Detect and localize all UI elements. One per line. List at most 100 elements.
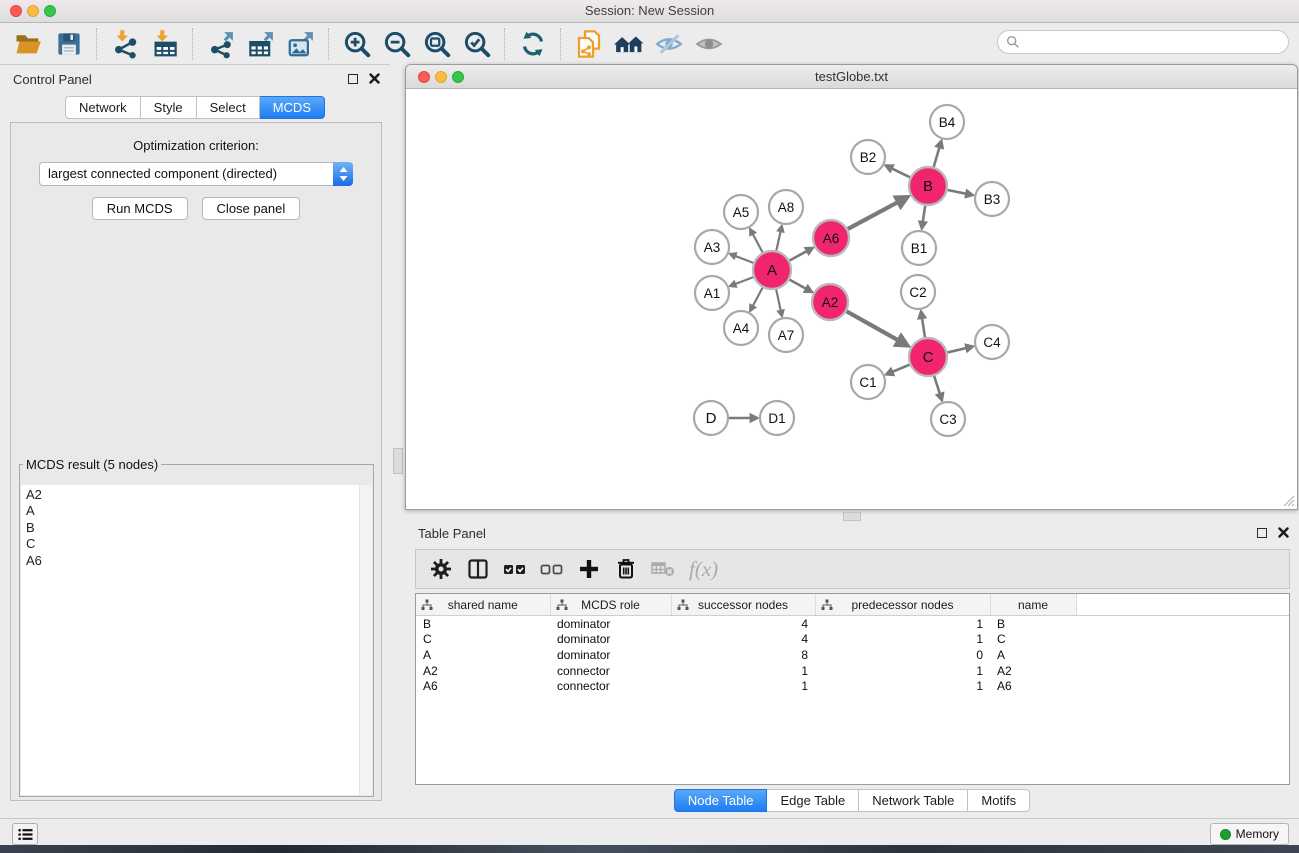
zoom-fit-button[interactable] <box>420 27 454 61</box>
table-cell[interactable]: C <box>416 632 550 648</box>
memory-button[interactable]: Memory <box>1210 823 1289 845</box>
search-input[interactable] <box>1025 34 1280 51</box>
zoom-out-button[interactable] <box>380 27 414 61</box>
graph-edge-C-C4[interactable] <box>947 348 966 352</box>
graph-edge-A-A8[interactable] <box>776 231 780 250</box>
tab-network-table[interactable]: Network Table <box>859 789 968 812</box>
table-settings-button[interactable] <box>426 554 456 584</box>
network-close-button[interactable] <box>418 71 430 83</box>
table-cell[interactable]: 1 <box>671 678 815 694</box>
run-mcds-button[interactable]: Run MCDS <box>92 197 188 220</box>
table-cell[interactable]: connector <box>550 663 671 679</box>
column-header-predecessor-nodes[interactable]: predecessor nodes <box>815 594 990 616</box>
close-table-panel-icon[interactable] <box>1278 527 1289 538</box>
graph-edge-A-A3[interactable] <box>735 256 753 263</box>
import-table-button[interactable] <box>148 27 182 61</box>
vertical-splitter-grip[interactable] <box>393 448 403 474</box>
graph-edge-A6-B[interactable] <box>848 202 899 229</box>
table-row[interactable]: Bdominator41B <box>416 616 1289 632</box>
table-cell[interactable]: connector <box>550 678 671 694</box>
task-history-button[interactable] <box>12 823 38 845</box>
table-row[interactable]: A6connector11A6 <box>416 678 1289 694</box>
tab-style[interactable]: Style <box>141 96 197 119</box>
table-row[interactable]: Adominator80A <box>416 647 1289 663</box>
import-network-button[interactable] <box>108 27 142 61</box>
network-minimize-button[interactable] <box>435 71 447 83</box>
graph-edge-A-A2[interactable] <box>790 280 807 289</box>
float-table-panel-icon[interactable] <box>1257 528 1267 538</box>
close-panel-icon[interactable] <box>369 73 380 84</box>
table-cell[interactable]: A6 <box>416 678 550 694</box>
zoom-selected-button[interactable] <box>460 27 494 61</box>
table-cell[interactable]: dominator <box>550 616 671 632</box>
delete-column-button[interactable] <box>611 554 641 584</box>
select-all-columns-button[interactable] <box>500 554 530 584</box>
mcds-result-item[interactable]: A <box>26 503 372 519</box>
network-window-titlebar[interactable]: testGlobe.txt <box>406 65 1297 89</box>
column-header-shared-name[interactable]: shared name <box>416 594 550 616</box>
table-cell[interactable]: 4 <box>671 632 815 648</box>
graph-edge-A-A6[interactable] <box>790 251 808 261</box>
table-cell[interactable]: A2 <box>416 663 550 679</box>
export-image-button[interactable] <box>284 27 318 61</box>
graph-edge-A-A4[interactable] <box>753 288 763 307</box>
deselect-all-columns-button[interactable] <box>537 554 567 584</box>
table-cell[interactable]: B <box>416 616 550 632</box>
node-table[interactable]: shared nameMCDS rolesuccessor nodesprede… <box>415 593 1290 785</box>
column-header-mcds-role[interactable]: MCDS role <box>550 594 671 616</box>
table-cell[interactable]: A <box>990 647 1076 663</box>
hide-graphics-details-button[interactable] <box>652 27 686 61</box>
mcds-result-item[interactable]: A6 <box>26 553 372 569</box>
network-canvas[interactable]: ABCA2A6A1A3A4A5A7A8B1B2B3B4C1C2C3C4DD1 <box>406 89 1297 509</box>
resize-grip-icon[interactable] <box>1282 494 1295 507</box>
graph-edge-C-C3[interactable] <box>934 376 940 394</box>
network-graph[interactable]: ABCA2A6A1A3A4A5A7A8B1B2B3B4C1C2C3C4DD1 <box>406 89 1297 509</box>
graph-edge-B-B4[interactable] <box>934 147 940 167</box>
table-cell[interactable]: B <box>990 616 1076 632</box>
refresh-layout-button[interactable] <box>516 27 550 61</box>
table-cell[interactable]: dominator <box>550 647 671 663</box>
save-session-button[interactable] <box>52 27 86 61</box>
show-graphics-details-button[interactable] <box>692 27 726 61</box>
export-network-button[interactable] <box>204 27 238 61</box>
zoom-window-button[interactable] <box>44 5 56 17</box>
minimize-window-button[interactable] <box>27 5 39 17</box>
result-scrollbar[interactable] <box>359 485 372 795</box>
tab-motifs[interactable]: Motifs <box>968 789 1030 812</box>
graph-edge-B-B3[interactable] <box>948 190 967 194</box>
graph-edge-C-C1[interactable] <box>892 365 909 372</box>
tab-edge-table[interactable]: Edge Table <box>767 789 859 812</box>
graph-edge-B-B1[interactable] <box>923 206 925 222</box>
table-cell[interactable]: A <box>416 647 550 663</box>
create-column-button[interactable] <box>574 554 604 584</box>
column-header-successor-nodes[interactable]: successor nodes <box>671 594 815 616</box>
table-row[interactable]: A2connector11A2 <box>416 663 1289 679</box>
column-header-name[interactable]: name <box>990 594 1076 616</box>
open-session-button[interactable] <box>12 27 46 61</box>
graph-edge-A-A5[interactable] <box>753 234 763 253</box>
search-box[interactable] <box>997 30 1289 54</box>
close-panel-button[interactable]: Close panel <box>202 197 301 220</box>
table-cell[interactable]: 1 <box>815 663 990 679</box>
tab-node-table[interactable]: Node Table <box>674 789 768 812</box>
show-columns-button[interactable] <box>463 554 493 584</box>
table-cell[interactable]: A2 <box>990 663 1076 679</box>
graph-edge-A-A1[interactable] <box>735 277 753 284</box>
home-overview-button[interactable] <box>612 27 646 61</box>
mcds-result-list[interactable]: A2ABCA6 <box>21 485 372 795</box>
tab-select[interactable]: Select <box>197 96 260 119</box>
criterion-select[interactable]: largest connected component (directed) <box>39 162 353 186</box>
float-panel-icon[interactable] <box>348 74 358 84</box>
table-cell[interactable]: 1 <box>815 616 990 632</box>
table-cell[interactable]: 8 <box>671 647 815 663</box>
table-cell[interactable]: 1 <box>815 632 990 648</box>
mcds-result-item[interactable]: A2 <box>26 487 372 503</box>
table-cell[interactable]: dominator <box>550 632 671 648</box>
export-table-button[interactable] <box>244 27 278 61</box>
table-cell[interactable]: A6 <box>990 678 1076 694</box>
duplicate-network-button[interactable] <box>572 27 606 61</box>
graph-edge-A2-C[interactable] <box>847 311 899 340</box>
zoom-in-button[interactable] <box>340 27 374 61</box>
table-cell[interactable]: 4 <box>671 616 815 632</box>
table-cell[interactable]: 0 <box>815 647 990 663</box>
